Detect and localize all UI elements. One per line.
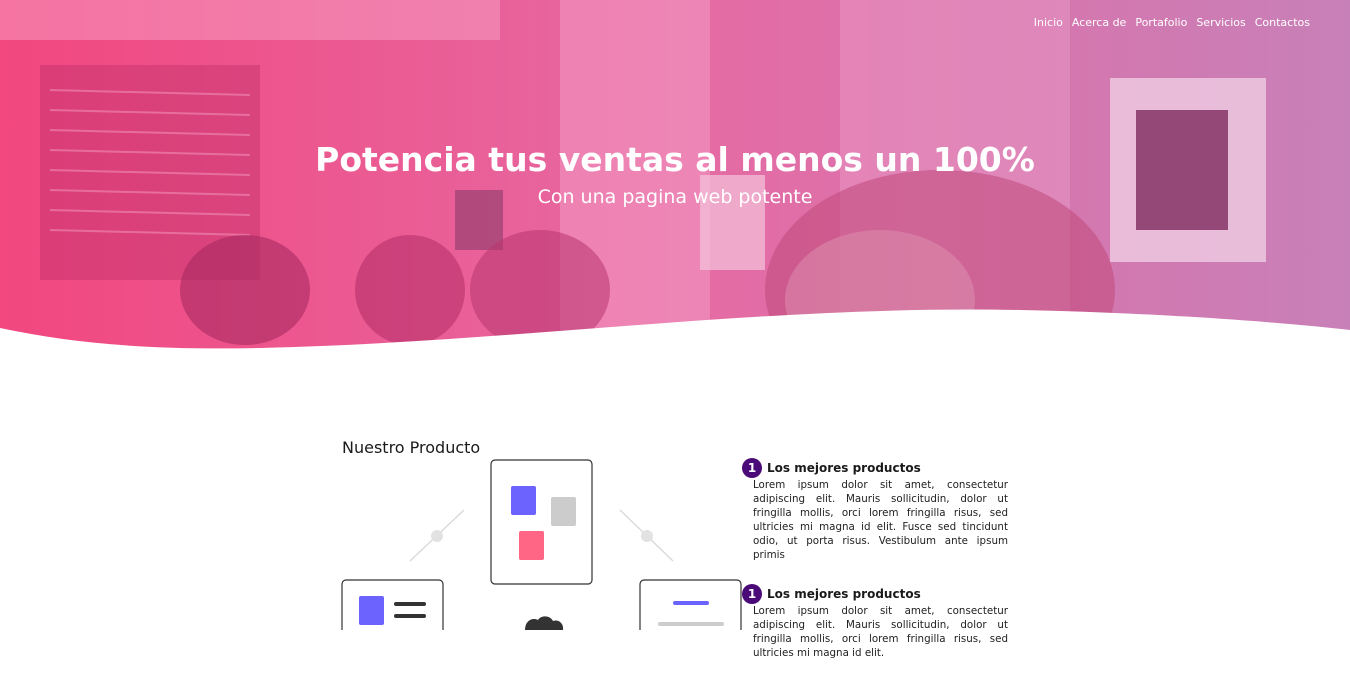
feature-item: 1 Los mejores productos Lorem ipsum dolo… [742, 584, 1008, 660]
illustration-pink-square [519, 531, 544, 560]
feature-header: 1 Los mejores productos [742, 584, 1008, 604]
feature-header: 1 Los mejores productos [742, 458, 1008, 478]
feature-list: 1 Los mejores productos Lorem ipsum dolo… [742, 458, 1008, 682]
product-illustration [341, 459, 742, 630]
illustration-gray-square [551, 497, 576, 526]
hero-section: Inicio Acerca de Portafolio Servicios Co… [0, 0, 1350, 350]
feature-description: Lorem ipsum dolor sit amet, consectetur … [753, 605, 1008, 659]
nav-link-servicios[interactable]: Servicios [1196, 16, 1245, 29]
illustration-cloud-shape [525, 616, 564, 630]
hero-subtitle: Con una pagina web potente [537, 186, 813, 208]
feature-number-badge: 1 [742, 584, 762, 604]
nav-link-inicio[interactable]: Inicio [1034, 16, 1063, 29]
nav-link-acerca-de[interactable]: Acerca de [1072, 16, 1126, 29]
illustration-blue-square [511, 486, 536, 515]
feature-number-badge: 1 [742, 458, 762, 478]
top-navigation: Inicio Acerca de Portafolio Servicios Co… [1034, 16, 1310, 29]
nav-link-portafolio[interactable]: Portafolio [1135, 16, 1187, 29]
illustration-left-card [341, 579, 444, 630]
illustration-center-card [490, 459, 593, 585]
nav-link-contactos[interactable]: Contactos [1255, 16, 1310, 29]
feature-description: Lorem ipsum dolor sit amet, consectetur … [753, 479, 1008, 561]
feature-title: Los mejores productos [767, 461, 921, 475]
hero-title: Potencia tus ventas al menos un 100% [315, 140, 1035, 179]
feature-item: 1 Los mejores productos Lorem ipsum dolo… [742, 458, 1008, 562]
hero-wave-divider [0, 309, 1350, 350]
illustration-connector-dot-right [641, 530, 653, 542]
feature-title: Los mejores productos [767, 587, 921, 601]
illustration-connector-dot-left [431, 530, 443, 542]
